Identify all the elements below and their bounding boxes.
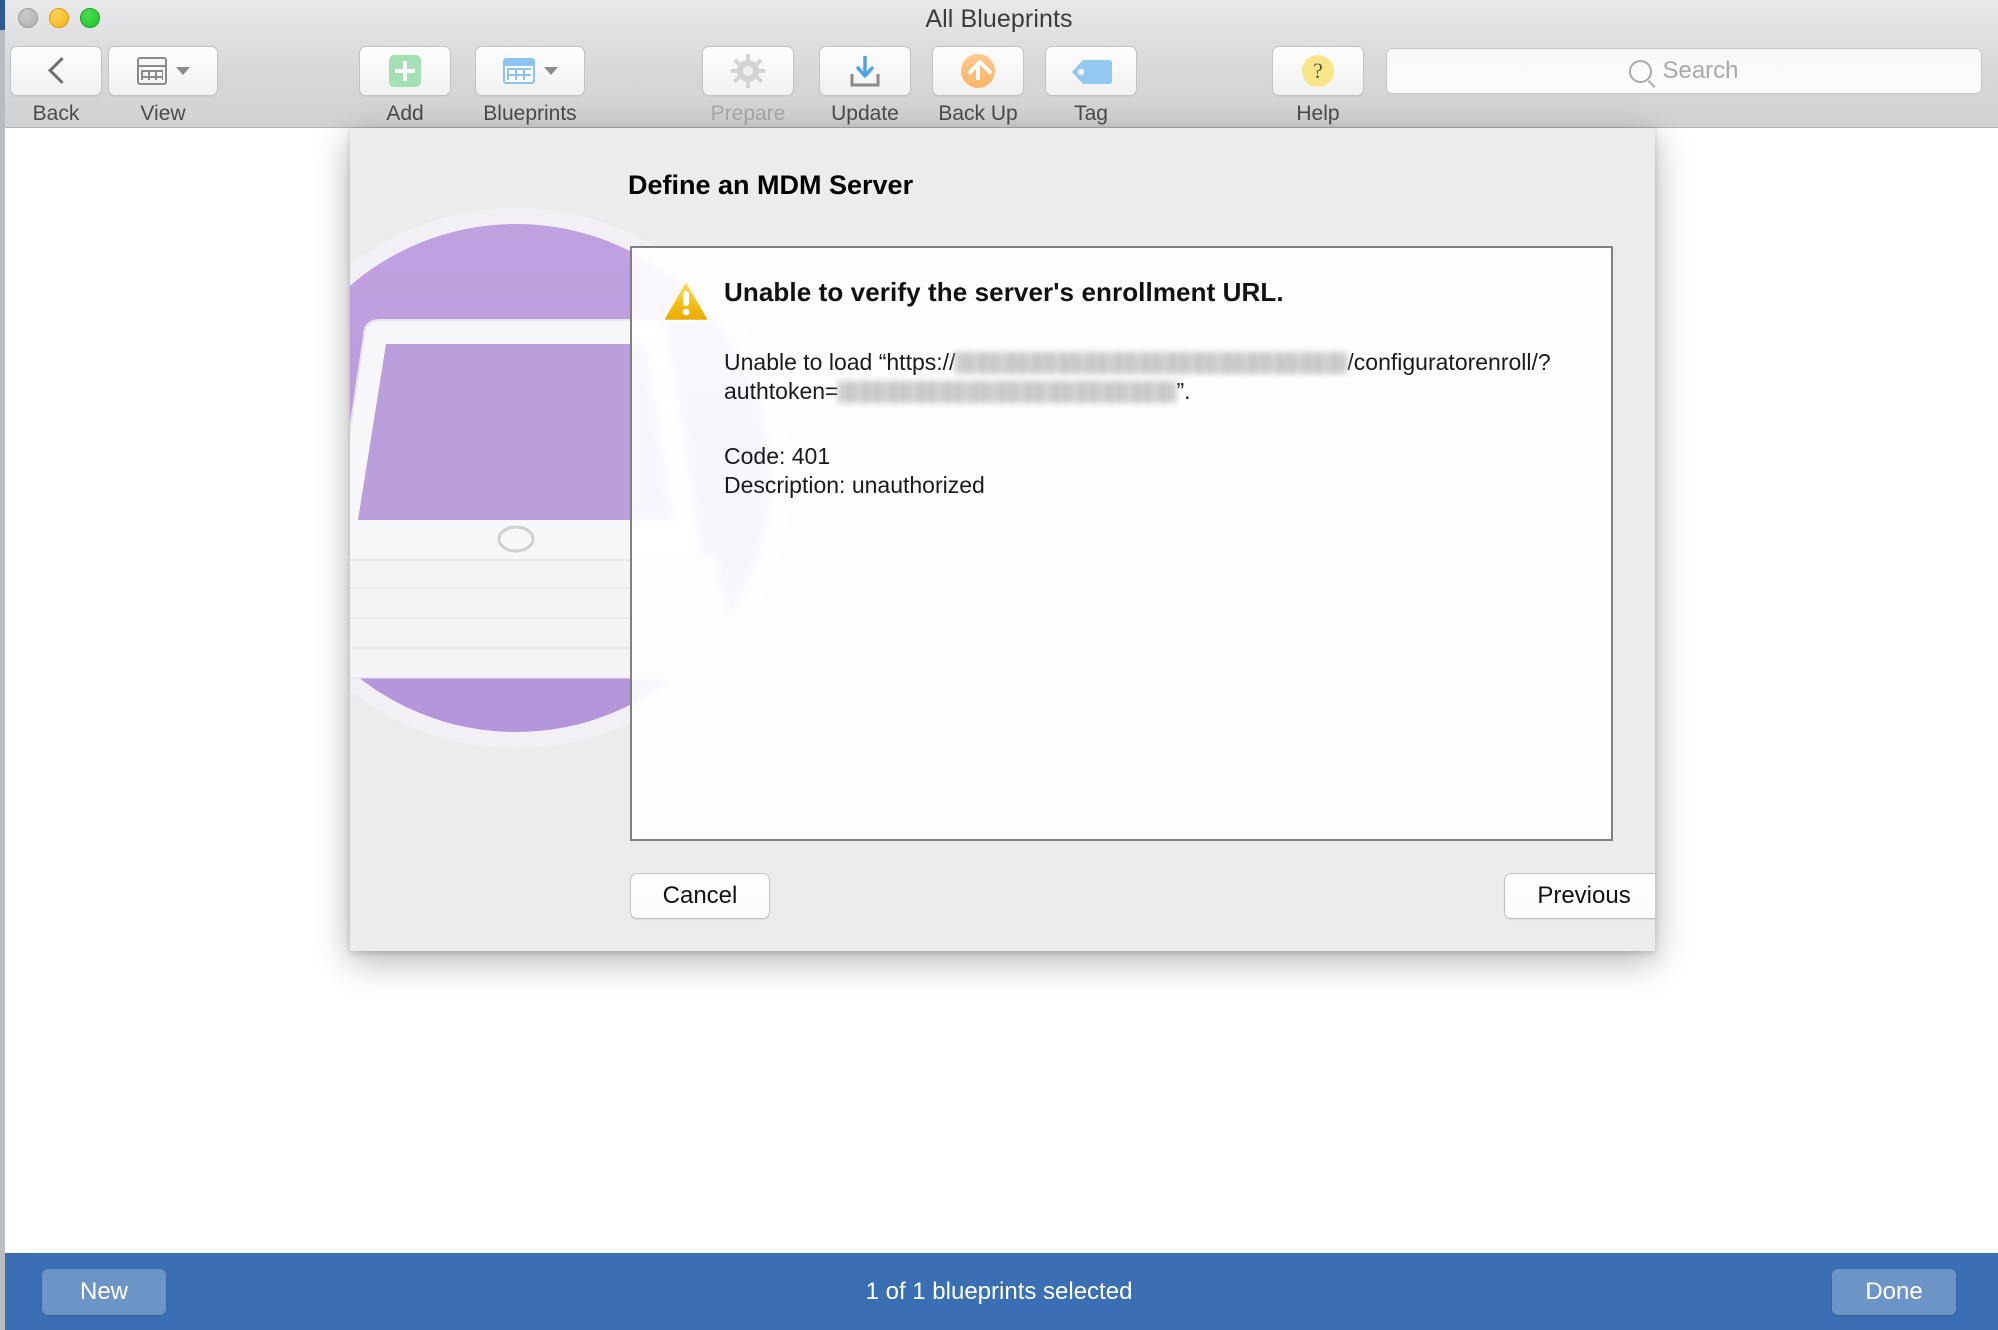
search-field-inner: Search [1629, 57, 1739, 85]
error-url-suffix: /configuratorenroll/? [1347, 349, 1551, 375]
error-code-line: Code: 401 [724, 443, 831, 469]
toolbar-label-update: Update [831, 102, 899, 125]
error-body-spacer [724, 406, 1581, 442]
toolbar-label-view: View [140, 102, 186, 125]
toolbar-label-backup: Back Up [938, 102, 1018, 125]
redacted-host-text [955, 352, 1348, 374]
backup-button[interactable] [932, 46, 1024, 96]
toolbar-item-prepare[interactable]: Prepare [700, 46, 796, 126]
toolbar-item-backup[interactable]: Back Up [930, 46, 1026, 126]
download-tray-icon [849, 54, 881, 88]
toolbar-item-add[interactable]: Add [357, 46, 453, 126]
toolbar-item-view[interactable]: View [108, 46, 218, 126]
toolbar-label-add: Add [386, 102, 424, 125]
update-button[interactable] [819, 46, 911, 96]
error-message-panel: Unable to verify the server's enrollment… [630, 246, 1613, 841]
error-token-prefix: authtoken= [724, 378, 839, 404]
error-url-line-1: Unable to load “https:// /configuratorenr… [724, 348, 1581, 377]
error-url-line-2: authtoken= ”. [724, 377, 1581, 406]
window-left-edge [0, 0, 5, 1330]
search-input[interactable]: Search [1386, 48, 1982, 94]
prepare-button[interactable] [702, 46, 794, 96]
grid-view-icon [136, 57, 167, 85]
gear-icon [731, 54, 765, 88]
warning-triangle-icon [662, 278, 710, 323]
mdm-server-sheet-dialog: Define an MDM Server Unable to verify th… [350, 128, 1655, 951]
backup-arrow-up-icon [961, 54, 995, 88]
window-title: All Blueprints [925, 5, 1073, 33]
error-token-suffix: ”. [1176, 378, 1191, 404]
tag-button[interactable] [1045, 46, 1137, 96]
status-text: 1 of 1 blueprints selected [865, 1277, 1133, 1305]
application-window: All Blueprints Back View Add Blueprints … [0, 0, 1998, 1330]
search-placeholder: Search [1662, 57, 1739, 84]
error-heading: Unable to verify the server's enrollment… [724, 277, 1284, 307]
previous-button[interactable]: Previous [1504, 873, 1655, 919]
toolbar-label-blueprints: Blueprints [483, 102, 577, 125]
blueprints-button[interactable] [475, 46, 585, 96]
cancel-button[interactable]: Cancel [630, 873, 770, 919]
toolbar-item-help[interactable]: ? Help [1270, 46, 1366, 126]
redacted-token-text [838, 381, 1177, 403]
view-button[interactable] [108, 46, 218, 96]
toolbar-item-update[interactable]: Update [817, 46, 913, 126]
toolbar-item-back[interactable]: Back [8, 46, 104, 126]
toolbar-item-blueprints[interactable]: Blueprints [470, 46, 590, 126]
error-description-line: Description: unauthorized [724, 472, 985, 498]
add-button[interactable] [359, 46, 451, 96]
back-chevron-icon [48, 57, 64, 85]
sheet-title: Define an MDM Server [628, 170, 914, 200]
toolbar-item-tag[interactable]: Tag [1043, 46, 1139, 126]
done-button[interactable]: Done [1832, 1268, 1956, 1315]
error-url-prefix: Unable to load “https:// [724, 349, 956, 375]
chevron-down-icon [543, 67, 558, 75]
search-icon [1629, 59, 1653, 83]
error-body: Unable to load “https:// /configuratorenr… [724, 348, 1581, 500]
main-content-area: Define an MDM Server Unable to verify th… [0, 128, 1998, 1253]
new-blueprint-button[interactable]: New [42, 1268, 166, 1315]
toolbar-label-prepare: Prepare [710, 102, 786, 125]
toolbar-label-help: Help [1296, 102, 1340, 125]
tag-icon [1071, 58, 1112, 84]
chevron-down-icon [175, 67, 190, 75]
help-button[interactable]: ? [1272, 46, 1364, 96]
blueprints-grid-icon [502, 58, 535, 84]
bottom-status-bar: New 1 of 1 blueprints selected Done [0, 1253, 1998, 1330]
plus-icon [389, 55, 421, 87]
toolbar-label-back: Back [32, 102, 80, 125]
window-toolbar: All Blueprints Back View Add Blueprints … [0, 0, 1998, 128]
toolbar-label-tag: Tag [1074, 102, 1108, 125]
help-question-icon: ? [1302, 55, 1334, 87]
back-button[interactable] [10, 46, 102, 96]
